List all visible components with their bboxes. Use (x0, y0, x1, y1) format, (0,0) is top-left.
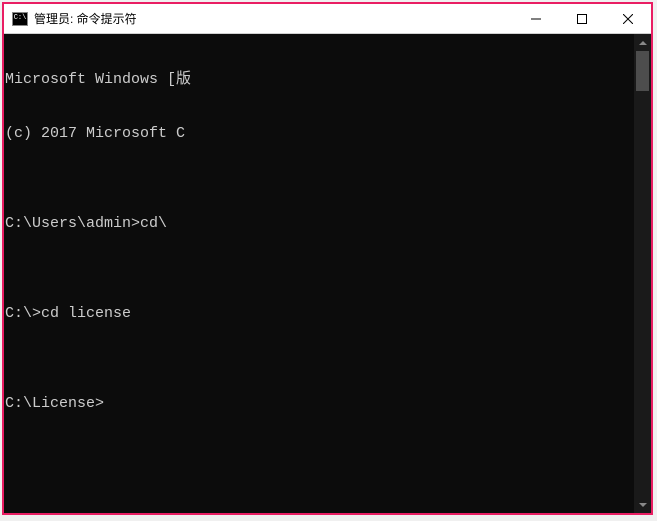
close-button[interactable] (605, 4, 651, 33)
terminal-line: Microsoft Windows [版 (5, 71, 650, 89)
titlebar[interactable]: C:\ 管理员: 命令提示符 (4, 4, 651, 34)
scrollbar-track[interactable] (634, 51, 651, 496)
window-title: 管理员: 命令提示符 (34, 10, 513, 27)
maximize-icon (577, 14, 587, 24)
vertical-scrollbar[interactable] (634, 34, 651, 513)
window-controls (513, 4, 651, 33)
maximize-button[interactable] (559, 4, 605, 33)
command-prompt-window: C:\ 管理员: 命令提示符 Microsoft (2, 2, 653, 515)
minimize-icon (531, 14, 541, 24)
terminal-line: (c) 2017 Microsoft C (5, 125, 650, 143)
scroll-down-button[interactable] (634, 496, 651, 513)
app-icon: C:\ (12, 12, 28, 26)
terminal-content: Microsoft Windows [版 (c) 2017 Microsoft … (4, 34, 651, 450)
terminal-line: C:\Users\admin>cd\ (5, 215, 650, 233)
scrollbar-thumb[interactable] (636, 51, 649, 91)
scroll-up-button[interactable] (634, 34, 651, 51)
minimize-button[interactable] (513, 4, 559, 33)
close-icon (623, 14, 633, 24)
app-icon-text: C:\ (14, 15, 27, 22)
chevron-down-icon (639, 501, 647, 509)
terminal-line: C:\License> (5, 395, 650, 413)
terminal-area[interactable]: Microsoft Windows [版 (c) 2017 Microsoft … (4, 34, 651, 513)
chevron-up-icon (639, 39, 647, 47)
terminal-line: C:\>cd license (5, 305, 650, 323)
